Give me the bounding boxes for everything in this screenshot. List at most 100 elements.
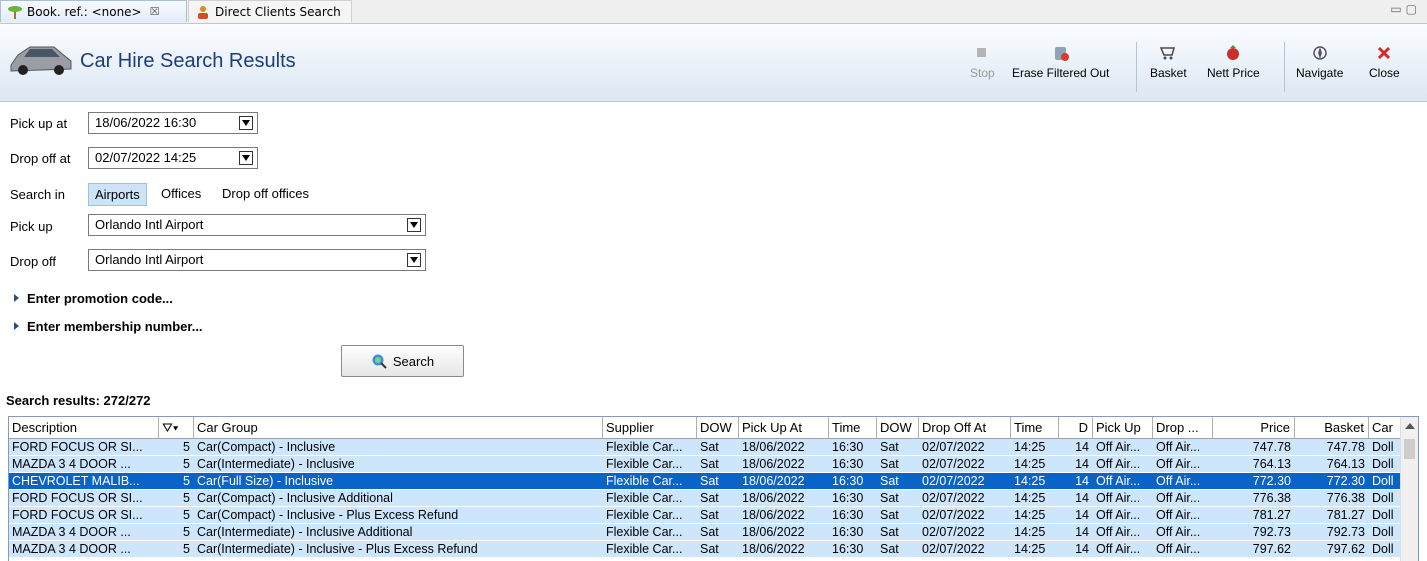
- column-car-group[interactable]: Car Group: [194, 417, 603, 438]
- table-cell: Sat: [880, 440, 899, 454]
- table-cell: 18/06/2022: [742, 525, 805, 539]
- tab-booking-reference[interactable]: Book. ref.: <none> ☒: [0, 0, 187, 22]
- membership-number-expander[interactable]: Enter membership number...: [0, 319, 203, 334]
- table-cell: 797.62: [1326, 542, 1365, 556]
- erase-icon: [1054, 47, 1069, 61]
- table-cell: 781.27: [1326, 508, 1365, 522]
- table-cell: 747.78: [1326, 440, 1365, 454]
- table-cell: Sat: [700, 491, 719, 505]
- erase-filtered-out-button[interactable]: Erase Filtered Out: [1012, 44, 1109, 80]
- table-cell: 5: [183, 508, 190, 522]
- chevron-down-icon[interactable]: [407, 218, 421, 232]
- chevron-down-icon[interactable]: [407, 253, 421, 267]
- column-days[interactable]: D: [1059, 417, 1093, 438]
- column-dropoff[interactable]: Drop ...: [1153, 417, 1213, 438]
- results-grid[interactable]: Description ⛛▾ Car Group Supplier DOW Pi…: [8, 416, 1419, 561]
- table-row[interactable]: FORD FOCUS OR SI... 5 Car(Compact) - Inclu…: [9, 507, 1403, 524]
- pickup-datetime-field[interactable]: 18/06/2022 16:30: [88, 112, 258, 134]
- chevron-down-icon[interactable]: [239, 116, 253, 130]
- table-cell: Doll: [1372, 457, 1394, 471]
- table-cell: Car(Compact) - Inclusive Additional: [197, 491, 393, 505]
- expand-arrow-icon: [14, 294, 19, 302]
- table-cell: 747.78: [1252, 440, 1291, 454]
- table-row[interactable]: FORD FOCUS OR SI... 5 Car(Compact) - Inclu…: [9, 439, 1403, 456]
- scroll-thumb[interactable]: [1404, 439, 1415, 459]
- search-button-label: Search: [392, 353, 435, 369]
- table-cell: 764.13: [1252, 457, 1291, 471]
- table-cell: 14: [1075, 508, 1089, 522]
- search-button[interactable]: Search: [341, 345, 464, 377]
- basket-button[interactable]: Basket: [1150, 44, 1187, 80]
- toolbar-separator: [1284, 42, 1285, 92]
- table-row[interactable]: MAZDA 3 4 DOOR ... 5 Car(Intermediate) - I…: [9, 524, 1403, 541]
- stop-icon: [977, 48, 987, 57]
- column-description[interactable]: Description: [9, 417, 159, 438]
- nett-price-icon: [1227, 45, 1240, 60]
- dropoff-datetime-field[interactable]: 02/07/2022 14:25: [88, 147, 258, 169]
- vertical-scrollbar[interactable]: [1400, 417, 1418, 561]
- table-cell: 14: [1075, 474, 1089, 488]
- nett-price-button[interactable]: Nett Price: [1207, 44, 1260, 80]
- column-pickup-at[interactable]: Pick Up At: [739, 417, 829, 438]
- pickup-location-value: Orlando Intl Airport: [95, 217, 204, 232]
- table-cell: 18/06/2022: [742, 457, 805, 471]
- table-cell: 18/06/2022: [742, 508, 805, 522]
- table-cell: Off Air...: [1096, 474, 1141, 488]
- minimize-icon[interactable]: ▭: [1390, 2, 1405, 16]
- editor-tab-bar: Book. ref.: <none> ☒ Direct Clients Sear…: [0, 0, 1427, 24]
- tab-label: Book. ref.: <none>: [27, 4, 142, 19]
- table-row[interactable]: MAZDA 3 4 DOOR ... 5 Car(Intermediate) - I…: [9, 541, 1403, 558]
- results-header: Car Hire Search Results Stop Erase Filte…: [0, 24, 1427, 102]
- column-price[interactable]: Price: [1213, 417, 1295, 438]
- scroll-up-icon[interactable]: [1405, 423, 1415, 429]
- column-supplier[interactable]: Supplier: [603, 417, 697, 438]
- table-cell: 16:30: [832, 440, 864, 454]
- column-pickup[interactable]: Pick Up: [1093, 417, 1153, 438]
- table-cell: Flexible Car...: [606, 508, 683, 522]
- column-pickup-time[interactable]: Time: [829, 417, 877, 438]
- search-in-airports[interactable]: Airports: [88, 183, 147, 206]
- tab-direct-clients-search[interactable]: Direct Clients Search: [188, 0, 352, 22]
- promotion-code-expander[interactable]: Enter promotion code...: [0, 291, 173, 306]
- filter-icon[interactable]: ⛛▾: [162, 420, 178, 435]
- basket-icon: [1160, 47, 1176, 60]
- chevron-down-icon[interactable]: [239, 151, 253, 165]
- table-row[interactable]: FORD FOCUS OR SI... 5 Car(Compact) - Inclu…: [9, 490, 1403, 507]
- table-row[interactable]: MAZDA 3 4 DOOR ... 5 Car(Intermediate) - I…: [9, 456, 1403, 473]
- table-cell: Off Air...: [1156, 474, 1201, 488]
- table-cell: 02/07/2022: [922, 457, 985, 471]
- search-in-label: Search in: [10, 187, 65, 202]
- table-cell: 14: [1075, 440, 1089, 454]
- table-cell: Sat: [880, 508, 899, 522]
- column-basket[interactable]: Basket: [1295, 417, 1369, 438]
- table-cell: Sat: [700, 440, 719, 454]
- search-in-dropoff-offices[interactable]: Drop off offices: [216, 183, 315, 204]
- search-in-offices[interactable]: Offices: [155, 183, 207, 204]
- close-tab-icon[interactable]: ☒: [150, 5, 160, 18]
- table-cell: 16:30: [832, 491, 864, 505]
- column-dropoff-at[interactable]: Drop Off At: [919, 417, 1011, 438]
- pickup-location-select[interactable]: Orlando Intl Airport: [88, 214, 426, 236]
- table-cell: Sat: [880, 525, 899, 539]
- table-row[interactable]: CHEVROLET MALIB... 5 Car(Full Size) - Incl…: [9, 473, 1403, 490]
- column-dropoff-dow[interactable]: DOW: [877, 417, 919, 438]
- dropoff-location-select[interactable]: Orlando Intl Airport: [88, 249, 426, 271]
- navigate-button[interactable]: Navigate: [1296, 44, 1343, 80]
- table-cell: Sat: [700, 542, 719, 556]
- table-cell: 16:30: [832, 457, 864, 471]
- maximize-icon[interactable]: ▢: [1406, 2, 1421, 16]
- table-cell: 14:25: [1014, 525, 1046, 539]
- table-cell: Sat: [700, 525, 719, 539]
- column-pickup-dow[interactable]: DOW: [697, 417, 739, 438]
- table-cell: 14: [1075, 542, 1089, 556]
- table-cell: Off Air...: [1096, 457, 1141, 471]
- close-button[interactable]: Close: [1369, 44, 1400, 80]
- column-filter[interactable]: ⛛▾: [159, 417, 194, 438]
- column-dropoff-time[interactable]: Time: [1011, 417, 1059, 438]
- stop-button[interactable]: Stop: [970, 44, 995, 80]
- table-cell: Car(Compact) - Inclusive: [197, 440, 336, 454]
- table-cell: 18/06/2022: [742, 474, 805, 488]
- search-results-count: Search results: 272/272: [6, 393, 151, 408]
- column-car[interactable]: Car: [1369, 417, 1403, 438]
- table-cell: Flexible Car...: [606, 457, 683, 471]
